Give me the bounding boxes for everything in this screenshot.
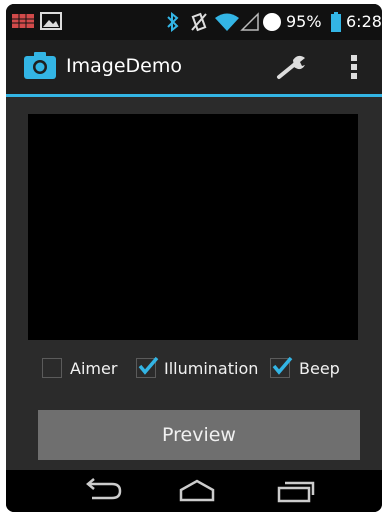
gallery-icon	[40, 12, 62, 34]
options-row: Aimer Illumination Beep	[6, 354, 382, 384]
bluetooth-icon	[166, 11, 180, 36]
vibrate-off-icon	[190, 12, 208, 36]
alarm-icon	[262, 12, 282, 36]
action-bar: ImageDemo	[6, 40, 382, 97]
notification-icon	[12, 12, 34, 34]
wifi-icon	[214, 12, 240, 36]
back-icon[interactable]	[82, 478, 122, 508]
recents-icon[interactable]	[276, 478, 316, 508]
navigation-bar	[6, 470, 382, 512]
app-title: ImageDemo	[66, 55, 182, 77]
illumination-label: Illumination	[164, 359, 259, 378]
beep-label: Beep	[299, 359, 340, 378]
battery-icon	[331, 12, 341, 36]
preview-button[interactable]: Preview	[38, 410, 360, 460]
camera-icon[interactable]	[24, 52, 56, 84]
beep-checkbox[interactable]	[270, 356, 293, 378]
aimer-label: Aimer	[70, 359, 118, 378]
battery-percent: 95%	[286, 12, 322, 31]
status-bar: 95% 6:28	[6, 4, 382, 40]
home-icon[interactable]	[178, 478, 216, 508]
phone-screen: 95% 6:28 ImageDemo Aimer Illumination Be…	[6, 4, 382, 512]
wrench-icon[interactable]	[276, 54, 306, 84]
clock: 6:28	[346, 12, 382, 31]
camera-preview-surface	[28, 114, 358, 340]
overflow-menu-icon[interactable]	[350, 54, 358, 84]
cell-signal-icon	[240, 12, 260, 36]
illumination-checkbox[interactable]	[136, 356, 159, 378]
aimer-checkbox[interactable]	[42, 358, 62, 378]
